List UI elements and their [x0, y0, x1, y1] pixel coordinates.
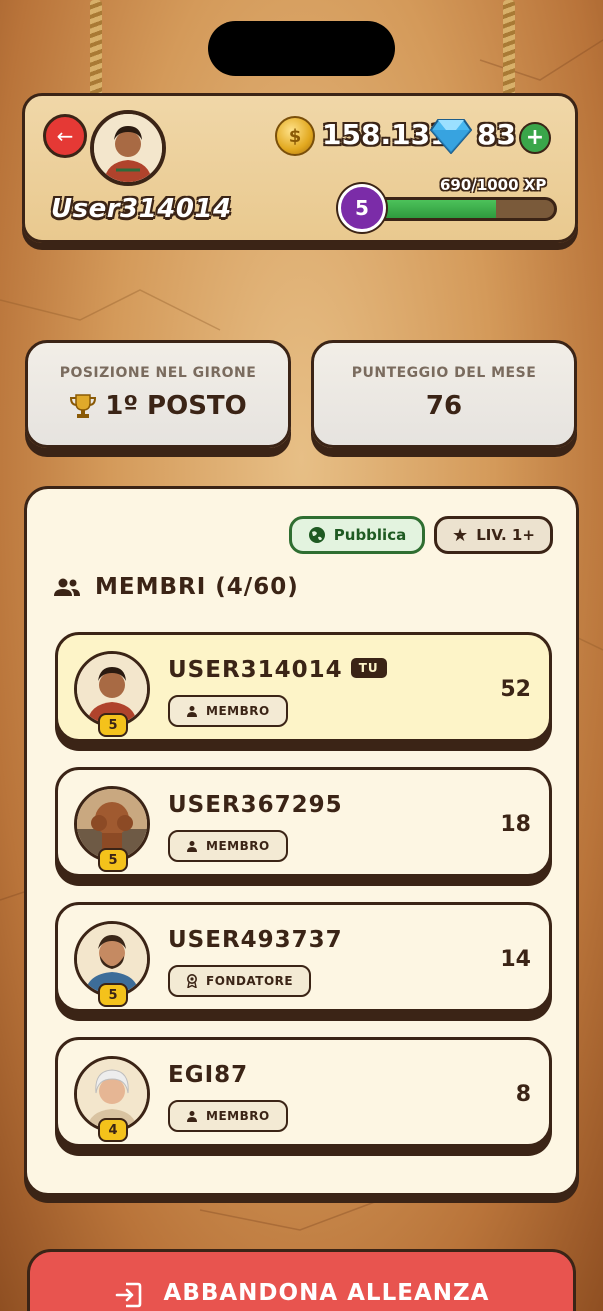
- monthly-score-label: PUNTEGGIO DEL MESE: [351, 365, 537, 381]
- group-icon: [54, 578, 80, 596]
- person-icon: [187, 706, 197, 717]
- alliance-members-panel: Pubblica ★ LIV. 1+ MEMBRI (4/60) 5 USER3…: [24, 486, 579, 1196]
- member-level-badge: 4: [98, 1118, 128, 1142]
- member-score: 52: [500, 677, 531, 702]
- diamond-icon: [430, 119, 472, 154]
- level-badge: 5: [338, 184, 386, 232]
- person-icon: [187, 841, 197, 852]
- logout-icon: [115, 1282, 141, 1308]
- member-role-badge: MEMBRO: [168, 695, 288, 727]
- arrow-left-icon: ←: [56, 124, 74, 148]
- level-requirement-label: LIV. 1+: [476, 526, 535, 544]
- leave-alliance-button[interactable]: ABBANDONA ALLEANZA: [27, 1249, 576, 1311]
- coin-icon: $: [275, 116, 315, 156]
- member-row[interactable]: 5 USER314014 TU MEMBRO 52: [55, 632, 552, 742]
- member-role-badge: MEMBRO: [168, 830, 288, 862]
- device-notch: [208, 21, 395, 76]
- member-row[interactable]: 5 USER493737 FONDATORE 14: [55, 902, 552, 1012]
- rope-right: [503, 0, 515, 100]
- medal-icon: [187, 974, 197, 988]
- member-name: USER314014: [168, 657, 343, 683]
- member-score: 14: [500, 947, 531, 972]
- member-name: USER367295: [168, 792, 343, 818]
- visibility-badge[interactable]: Pubblica: [289, 516, 425, 554]
- level-requirement-badge[interactable]: ★ LIV. 1+: [434, 516, 553, 554]
- member-score: 18: [500, 812, 531, 837]
- member-level-badge: 5: [98, 983, 128, 1007]
- leave-alliance-label: ABBANDONA ALLEANZA: [163, 1280, 490, 1306]
- trophy-icon: [70, 394, 97, 418]
- monthly-score-value: 76: [425, 391, 463, 421]
- member-row[interactable]: 4 EGI87 MEMBRO 8: [55, 1037, 552, 1147]
- member-role-badge: MEMBRO: [168, 1100, 288, 1132]
- you-badge: TU: [350, 657, 387, 678]
- back-button[interactable]: ←: [43, 114, 87, 158]
- plus-icon: +: [525, 125, 545, 150]
- rope-left: [90, 0, 102, 100]
- member-role: MEMBRO: [206, 1109, 270, 1123]
- person-icon: [187, 1111, 197, 1122]
- member-name: EGI87: [168, 1062, 249, 1088]
- position-card: POSIZIONE NEL GIRONE 1º POSTO: [25, 340, 291, 448]
- avatar[interactable]: [90, 110, 166, 186]
- members-title: MEMBRI (4/60): [53, 574, 299, 600]
- username-header: User314014: [51, 194, 232, 224]
- add-gems-button[interactable]: +: [519, 122, 551, 154]
- xp-text: 690/1000 XP: [440, 176, 547, 194]
- visibility-label: Pubblica: [333, 526, 407, 544]
- avatar-portrait-icon: [94, 114, 162, 182]
- member-name: USER493737: [168, 927, 343, 953]
- position-value: 1º POSTO: [105, 391, 247, 421]
- gem-balance: 83: [477, 118, 516, 151]
- member-role: MEMBRO: [206, 839, 270, 853]
- globe-icon: [308, 527, 325, 543]
- member-role: MEMBRO: [206, 704, 270, 718]
- xp-progress-fill: [368, 200, 497, 218]
- xp-progress-bar: [365, 197, 557, 221]
- star-icon: ★: [452, 524, 469, 546]
- monthly-score-card: PUNTEGGIO DEL MESE 76: [311, 340, 577, 448]
- member-row[interactable]: 5 USER367295 MEMBRO 18: [55, 767, 552, 877]
- member-role: FONDATORE: [206, 974, 294, 988]
- profile-header: ← User314014 $ 158.131 83 + 690/1000 XP …: [22, 93, 578, 243]
- member-level-badge: 5: [98, 713, 128, 737]
- position-label: POSIZIONE NEL GIRONE: [59, 365, 257, 381]
- member-score: 8: [515, 1082, 531, 1107]
- member-role-badge: FONDATORE: [168, 965, 312, 997]
- members-count-label: MEMBRI (4/60): [95, 574, 299, 600]
- member-level-badge: 5: [98, 848, 128, 872]
